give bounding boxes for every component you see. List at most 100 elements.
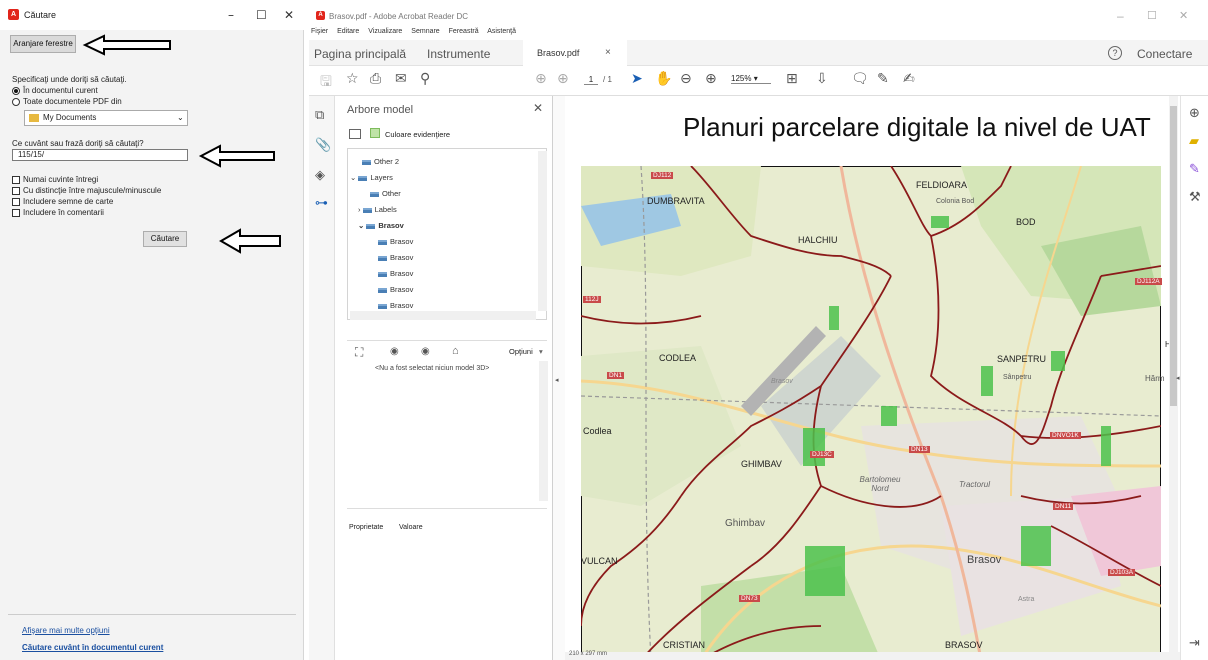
zoom-tool-icon[interactable]: ⊕ [1189, 106, 1200, 121]
tree-item-label: Brasov [390, 253, 414, 262]
map-place-label: SANPETRU [997, 354, 1047, 364]
options-menu[interactable]: Opţiuni [509, 347, 533, 356]
help-icon[interactable]: ? [1108, 46, 1122, 60]
panel-title: Arbore model [347, 104, 414, 116]
signin-link[interactable]: Conectare [1137, 47, 1192, 61]
option-current-document[interactable]: În documentul curent [12, 86, 98, 95]
sign-icon[interactable]: ✍ [903, 71, 915, 87]
layers-icon[interactable]: ◈ [315, 168, 325, 183]
panel-close-icon[interactable]: ✕ [533, 101, 543, 115]
scroll-mode-icon[interactable]: ⇩ [816, 71, 828, 87]
page-down-icon[interactable]: ⊕ [557, 71, 569, 87]
search-input[interactable]: 115/15/ [12, 149, 188, 161]
expand-pane-icon[interactable]: ⇥ [1189, 636, 1200, 651]
comment-tool-icon[interactable]: ▰ [1189, 134, 1199, 149]
tree-item[interactable]: ⌄ Brasov [358, 221, 404, 230]
tree-item[interactable]: ⌄ Layers [350, 173, 393, 182]
model-tree-icon[interactable]: ⊶ [315, 196, 328, 211]
zoom-out-icon[interactable]: ⊖ [680, 71, 692, 87]
tree-item[interactable]: Brasov [378, 301, 413, 310]
comment-icon[interactable]: 🗨 [851, 71, 869, 87]
page-up-icon[interactable]: ⊕ [535, 71, 547, 87]
camera-icon[interactable]: ◉ [390, 346, 399, 357]
tab-close-icon[interactable]: × [605, 47, 611, 58]
minimize-icon[interactable]: – [1117, 9, 1124, 23]
email-icon[interactable]: ✉ [395, 71, 407, 87]
bookmark-star-icon[interactable]: ☆ [346, 71, 359, 87]
highlight-color-label[interactable]: Culoare evidenţiere [385, 130, 450, 139]
zoom-in-icon[interactable]: ⊕ [705, 71, 717, 87]
save-icon[interactable]: 🖫 [320, 71, 332, 95]
attachment-icon[interactable]: 📎 [315, 138, 331, 153]
page-total: / 1 [603, 75, 612, 84]
tab-home[interactable]: Pagina principală [314, 47, 406, 61]
tree-hscrollbar[interactable] [350, 311, 536, 320]
case-sensitive-checkbox[interactable]: Cu distincţie între majuscule/minuscule [12, 186, 161, 195]
tree-item[interactable]: Brasov [378, 237, 413, 246]
property-column-header[interactable]: Proprietate [349, 524, 383, 531]
close-icon[interactable]: ✕ [284, 8, 294, 22]
collapse-right-icon[interactable]: ◂ [1176, 374, 1180, 382]
tree-item[interactable]: Other 2 [362, 157, 399, 166]
highlight-color-swatch[interactable] [370, 128, 380, 138]
road-label: DJ112A [1135, 278, 1162, 285]
3d-tool-icon[interactable]: ⛶ [355, 345, 363, 360]
panel-splitter[interactable]: ◂ [553, 96, 565, 660]
close-icon[interactable]: ✕ [1179, 9, 1188, 22]
scroll-thumb[interactable] [1170, 106, 1177, 406]
folder-select[interactable]: My Documents ⌄ [24, 110, 188, 126]
zoom-select[interactable]: 125% ▾ [731, 74, 771, 84]
menu-help[interactable]: Asistenţă [487, 28, 516, 35]
search-icon[interactable]: ⚲ [420, 71, 430, 87]
search-current-link[interactable]: Căutare cuvânt în documentul curent [22, 643, 163, 652]
view-icon[interactable]: ◉ [421, 346, 430, 357]
whole-words-checkbox[interactable]: Numai cuvinte întregi [12, 175, 98, 184]
pages-icon[interactable]: ⧉ [315, 108, 324, 123]
fit-page-icon[interactable]: ⊞ [786, 71, 798, 87]
bookmarks-checkbox[interactable]: Includere semne de carte [12, 197, 113, 206]
hand-tool-icon[interactable]: ✋ [655, 71, 672, 87]
tree-item[interactable]: Brasov [378, 269, 413, 278]
tree-item[interactable]: Brasov [378, 285, 413, 294]
options-menu-icon[interactable] [349, 129, 361, 139]
option-all-pdfs[interactable]: Toate documentele PDF din [12, 97, 122, 106]
page-number-input[interactable]: 1 [584, 75, 598, 85]
more-tools-icon[interactable]: ⚒ [1189, 190, 1201, 205]
tree-item[interactable]: Brasov [378, 253, 413, 262]
highlight-pen-icon[interactable]: ✎ [877, 71, 889, 87]
comments-checkbox[interactable]: Includere în comentarii [12, 208, 104, 217]
tab-document[interactable]: Brasov.pdf × [523, 40, 627, 66]
print-icon[interactable]: ⎙ [370, 71, 381, 87]
tree-item[interactable]: › Labels [358, 205, 397, 214]
search-button[interactable]: Căutare [143, 231, 187, 247]
tab-tools[interactable]: Instrumente [427, 47, 490, 61]
tree-item-label: Brasov [390, 269, 414, 278]
home-view-icon[interactable]: ⌂ [452, 345, 459, 357]
info-scrollbar[interactable] [539, 361, 548, 501]
minimize-icon[interactable]: – [228, 8, 234, 22]
tree-item-label: Other [382, 189, 401, 198]
select-cursor-icon[interactable]: ➤ [631, 71, 643, 87]
document-view[interactable]: Planuri parcelare digitale la nivel de U… [565, 96, 1180, 660]
map-place-label: FELDIOARA [916, 180, 968, 190]
map-place-label: BOD [1016, 217, 1036, 227]
menu-edit[interactable]: Editare [337, 28, 359, 35]
fill-sign-icon[interactable]: ✎ [1189, 162, 1200, 177]
divider [8, 614, 296, 615]
menu-file[interactable]: Fişier [311, 28, 328, 35]
tree-item[interactable]: Other [370, 189, 401, 198]
tree-item-label: Brasov [390, 285, 414, 294]
menu-sign[interactable]: Semnare [411, 28, 439, 35]
menu-view[interactable]: Vizualizare [368, 28, 402, 35]
folder-value: My Documents [43, 113, 97, 122]
collapse-left-icon[interactable]: ◂ [555, 376, 559, 384]
tree-scrollbar[interactable] [538, 151, 547, 311]
document-hscrollbar[interactable]: 210 x 297 mm [565, 651, 1180, 660]
more-options-link[interactable]: Afişare mai multe opţiuni [22, 626, 110, 635]
value-column-header[interactable]: Valoare [399, 524, 423, 531]
maximize-icon[interactable]: ☐ [256, 8, 267, 22]
menu-window[interactable]: Fereastră [449, 28, 479, 35]
arrange-windows-button[interactable]: Aranjare ferestre [10, 35, 76, 53]
map-place-label: CODLEA [659, 353, 697, 363]
maximize-icon[interactable]: ☐ [1147, 9, 1157, 22]
